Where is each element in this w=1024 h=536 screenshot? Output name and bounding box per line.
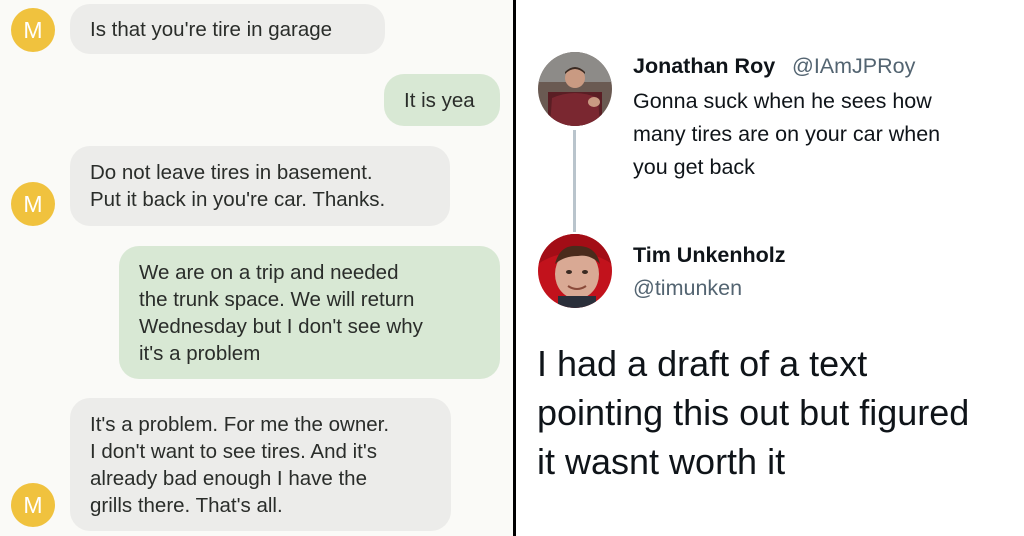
message-text-line: Wednesday but I don't see why — [139, 314, 423, 338]
message-text-line: We are on a trip and needed — [139, 260, 399, 284]
message-bubble-outgoing[interactable]: It is yea — [384, 74, 500, 126]
tweet-text-line: it wasnt worth it — [537, 441, 786, 482]
tweet-text-line: pointing this out but figured — [537, 392, 970, 433]
message-text: Is that you're tire in garage — [90, 17, 333, 41]
message-text-line: Do not leave tires in basement. — [90, 161, 373, 184]
profile-photo-jonathan-roy[interactable] — [538, 52, 612, 126]
tweet-body: I had a draft of a text pointing this ou… — [537, 339, 969, 486]
message-text-line: I don't want to see tires. And it's — [90, 439, 378, 463]
message-bubble-incoming[interactable]: Is that you're tire in garage — [70, 4, 385, 54]
message-text: It is yea — [404, 88, 475, 112]
sender-avatar[interactable]: M — [11, 182, 55, 226]
sender-avatar[interactable]: M — [11, 483, 55, 527]
message-text-line: It's a problem. For me the owner. — [90, 412, 390, 436]
message-bubble-incoming[interactable]: It's a problem. For me the owner. I don'… — [70, 398, 451, 531]
message-text-line: Put it back in you're car. Thanks. — [90, 188, 386, 211]
tweet-thread: Jonathan Roy @IAmJPRoy Gonna suck when h… — [516, 0, 1024, 536]
message-text-line: it's a problem — [139, 341, 261, 365]
message-text-line: already bad enough I have the — [90, 466, 367, 490]
profile-photo-tim-unkenholz[interactable] — [538, 234, 612, 308]
message-text-line: grills there. That's all. — [90, 493, 283, 517]
sender-initial: M — [23, 190, 43, 217]
message-bubble-outgoing[interactable]: We are on a trip and needed the trunk sp… — [119, 246, 500, 379]
message-text-line: the trunk space. We will return — [139, 287, 415, 311]
person-photo-icon — [538, 234, 612, 308]
tweet-text-line: Gonna suck when he sees how — [633, 89, 932, 113]
thread-connector-line — [573, 130, 576, 232]
author-name[interactable]: Jonathan Roy — [633, 54, 775, 79]
person-photo-icon — [538, 52, 612, 126]
sender-avatar[interactable]: M — [11, 8, 55, 52]
message-bubble-incoming[interactable]: Do not leave tires in basement. Put it b… — [70, 146, 450, 226]
sender-initial: M — [23, 491, 43, 518]
tweet-text-line: I had a draft of a text — [537, 343, 868, 384]
author-handle[interactable]: @timunken — [633, 276, 742, 301]
sender-initial: M — [23, 16, 43, 43]
tweet-text-line: many tires are on your car when — [633, 122, 941, 146]
author-handle[interactable]: @IAmJPRoy — [792, 54, 915, 79]
sms-conversation: M Is that you're tire in garage It is ye… — [0, 0, 513, 536]
author-name[interactable]: Tim Unkenholz — [633, 243, 786, 268]
tweet-text-line: you get back — [633, 155, 755, 179]
tweet-body: Gonna suck when he sees how many tires a… — [633, 85, 940, 184]
